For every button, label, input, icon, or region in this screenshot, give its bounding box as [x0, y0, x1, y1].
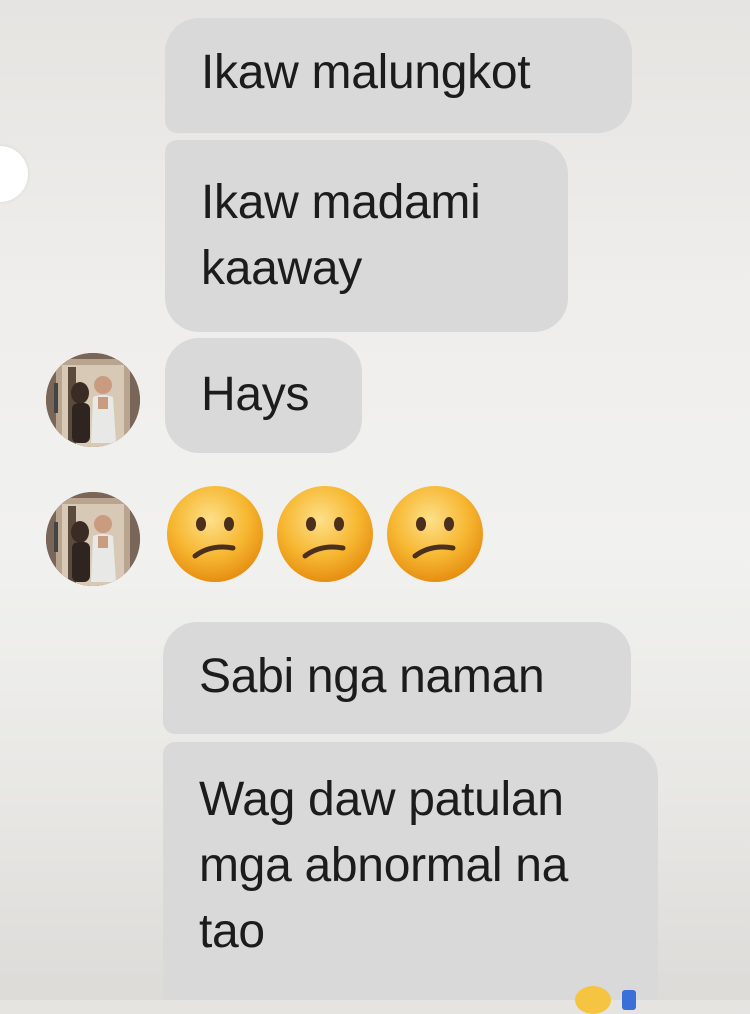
chat-head-edge[interactable]: [0, 146, 28, 202]
reaction-emoji-icon[interactable]: [575, 986, 611, 1014]
message-text: Sabi nga naman: [199, 650, 545, 703]
avatar-photo: [46, 353, 140, 447]
confused-face-icon[interactable]: [275, 484, 375, 584]
reaction-like-icon[interactable]: [622, 990, 636, 1010]
avatar[interactable]: [46, 492, 140, 586]
confused-face-icon[interactable]: [165, 484, 265, 584]
message-bubble[interactable]: Hays: [165, 338, 362, 453]
message-bubble[interactable]: Ikaw madami kaaway: [165, 140, 568, 332]
confused-face-icon[interactable]: [385, 484, 485, 584]
avatar[interactable]: [46, 353, 140, 447]
message-text: Hays: [201, 368, 310, 421]
message-bubble[interactable]: Sabi nga naman: [163, 622, 631, 734]
chat-screen: Ikaw malungkot Ikaw madami kaaway Hays S…: [0, 0, 750, 1014]
message-bubble[interactable]: Ikaw malungkot: [165, 18, 632, 133]
message-bubble[interactable]: Wag daw patulan mga abnormal na tao: [163, 742, 658, 1000]
message-text: Ikaw malungkot: [201, 46, 531, 99]
avatar-photo: [46, 492, 140, 586]
message-text: Wag daw patulan mga abnormal na tao: [199, 773, 569, 958]
message-text: Ikaw madami kaaway: [201, 176, 481, 295]
